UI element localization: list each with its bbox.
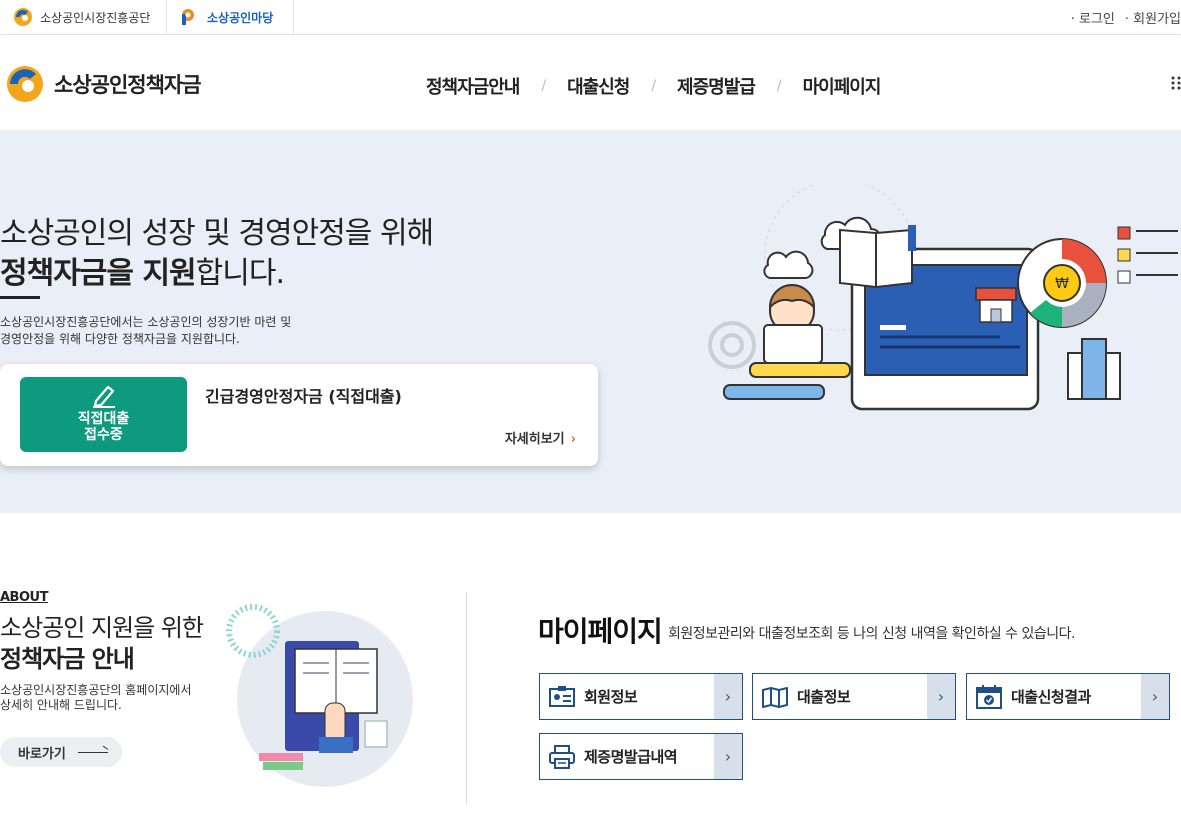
site-header: 소상공인정책자금 정책자금안내 / 대출신청 / 제증명발급 / 마이페이지 [0, 35, 1181, 130]
hero-illustration: ₩ [708, 185, 1178, 411]
nav-separator: / [776, 78, 782, 94]
loan-result-label: 대출신청결과 [1011, 688, 1091, 706]
card-more-label: 자세히보기 [504, 432, 565, 447]
nav-mypage[interactable]: 마이페이지 [803, 73, 882, 99]
family-link-sbiz-label: 소상공인마당 [207, 10, 274, 25]
login-link[interactable]: · 로그인 [1071, 8, 1115, 27]
about-heading-bold: 정책자금 안내 [0, 645, 135, 673]
about-description: 소상공인시장진흥공단의 홈페이지에서 상세히 안내해 드립니다. [0, 683, 215, 713]
svg-text:₩: ₩ [1055, 276, 1069, 292]
building-icon [1067, 338, 1121, 400]
arrow-right-icon [77, 751, 108, 753]
chevron-right-icon: › [1141, 674, 1169, 719]
join-link[interactable]: · 회원가입 [1125, 8, 1181, 27]
hero-section: 소상공인의 성장 및 경영안정을 위해 정책자금을 지원합니다. 소상공인시장진… [0, 130, 1181, 513]
open-book-icon [839, 225, 916, 289]
certificate-history-label: 제증명발급내역 [584, 748, 678, 766]
family-site-bar: 소상공인시장진흥공단 소상공인마당 · 로그인 · 회원가입 [0, 0, 1181, 35]
loan-result-button[interactable]: 대출신청결과 › [966, 673, 1170, 720]
grid-menu-icon[interactable] [1171, 75, 1181, 96]
semas-logo-icon [14, 8, 32, 26]
mypage-description: 회원정보관리와 대출정보조회 등 나의 신청 내역을 확인하실 수 있습니다. [668, 626, 1075, 642]
nav-loan-apply[interactable]: 대출신청 [567, 73, 630, 99]
store-icon [975, 287, 1017, 323]
nav-policy-fund[interactable]: 정책자금안내 [426, 73, 520, 99]
badge-line1: 직접대출 [77, 411, 130, 427]
main-nav: 정책자금안내 / 대출신청 / 제증명발급 / 마이페이지 [426, 73, 882, 99]
loan-info-label: 대출정보 [797, 688, 851, 706]
gear-icon [708, 321, 756, 369]
nav-separator: / [651, 78, 656, 94]
about-heading: 소상공인 지원을 위한 정책자금 안내 [0, 613, 204, 675]
site-logo-text: 소상공인정책자금 [54, 73, 202, 97]
calendar-check-icon [967, 684, 1011, 709]
chevron-right-icon: › [714, 674, 742, 719]
hero-divider [0, 296, 40, 299]
hero-desc-line1: 소상공인시장진흥공단에서는 소상공인의 성장기반 마련 및 [0, 315, 292, 329]
pencil-icon [93, 385, 115, 408]
card-title: 긴급경영안정자금 (직접대출) [205, 387, 402, 406]
member-info-button[interactable]: 회원정보 › [539, 673, 743, 720]
about-go-button[interactable]: 바로가기 [0, 737, 122, 767]
map-book-icon [753, 686, 797, 708]
hero-headline-bold: 정책자금을 지원 [0, 256, 197, 291]
hero-headline: 소상공인의 성장 및 경영안정을 위해 정책자금을 지원합니다. [0, 214, 434, 294]
chevron-right-icon: › [570, 432, 576, 447]
nav-certificate[interactable]: 제증명발급 [677, 73, 756, 99]
about-desc-line1: 소상공인시장진흥공단의 홈페이지에서 [0, 683, 192, 697]
family-link-sbiz[interactable]: 소상공인마당 [167, 0, 294, 34]
checklist-icon [1117, 226, 1178, 284]
about-heading-line1: 소상공인 지원을 위한 [0, 614, 204, 642]
chevron-right-icon: › [714, 734, 742, 779]
emergency-fund-card[interactable]: 직접대출 접수중 긴급경영안정자금 (직접대출) 자세히보기 › [0, 364, 598, 466]
family-link-semas[interactable]: 소상공인시장진흥공단 [0, 0, 167, 34]
chevron-right-icon: › [927, 674, 955, 719]
id-card-icon [540, 685, 584, 708]
certificate-history-button[interactable]: 제증명발급내역 › [539, 733, 743, 780]
site-logo-icon [7, 66, 43, 102]
loan-info-button[interactable]: 대출정보 › [752, 673, 956, 720]
about-go-label: 바로가기 [18, 746, 66, 762]
hero-description: 소상공인시장진흥공단에서는 소상공인의 성장기반 마련 및 경영안정을 위해 다… [0, 314, 340, 348]
sbiz-logo-icon [182, 9, 194, 25]
site-logo[interactable]: 소상공인정책자금 [4, 65, 202, 103]
hero-headline-line1: 소상공인의 성장 및 경영안정을 위해 [0, 216, 434, 251]
hero-headline-rest: 합니다. [195, 256, 285, 291]
mypage-title: 마이페이지 [538, 615, 663, 648]
badge-line2: 접수중 [84, 427, 123, 443]
util-links: · 로그인 · 회원가입 [1071, 0, 1181, 34]
section-divider [466, 592, 467, 804]
about-illustration [226, 604, 413, 787]
printer-icon [540, 744, 584, 769]
girl-figure [763, 284, 823, 364]
card-more-link[interactable]: 자세히보기 › [505, 428, 576, 447]
about-label: ABOUT [0, 590, 48, 605]
about-desc-line2: 상세히 안내해 드립니다. [0, 698, 122, 712]
direct-loan-badge: 직접대출 접수중 [20, 377, 187, 452]
member-info-label: 회원정보 [584, 688, 638, 706]
hero-desc-line2: 경영안정을 위해 다양한 정책자금을 지원합니다. [0, 332, 240, 346]
pie-chart-icon: ₩ [1017, 238, 1107, 328]
nav-separator: / [541, 78, 546, 94]
family-link-semas-label: 소상공인시장진흥공단 [40, 10, 151, 25]
